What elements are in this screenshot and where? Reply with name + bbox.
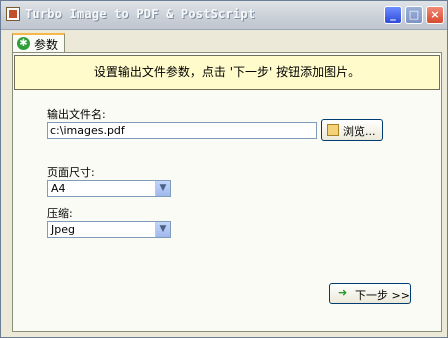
page-size-label: 页面尺寸: (47, 166, 95, 179)
page-size-value: A4 (51, 182, 66, 195)
gear-icon: ✱ (17, 37, 30, 50)
close-button[interactable]: × (426, 6, 444, 24)
window-title: Turbo Image to PDF & PostScript (25, 7, 256, 21)
tab-parameters[interactable]: ✱ 参数 (12, 33, 65, 53)
output-file-label: 输出文件名: (47, 108, 106, 121)
browse-button[interactable]: 浏览... (321, 119, 383, 141)
next-button-label: 下一步 >> (355, 289, 410, 302)
app-icon (6, 7, 20, 21)
output-file-input[interactable]: c:\images.pdf (47, 122, 317, 139)
next-button[interactable]: ➜ 下一步 >> (329, 283, 411, 304)
compression-label: 压缩: (47, 207, 73, 220)
page-size-select[interactable]: A4 ▼ (47, 180, 171, 197)
minimize-button[interactable]: _ (384, 6, 402, 24)
title-bar[interactable]: Turbo Image to PDF & PostScript _ □ × (1, 1, 447, 30)
arrow-right-icon: ➜ (338, 286, 348, 299)
tab-label: 参数 (34, 38, 59, 52)
folder-icon (327, 124, 339, 136)
chevron-down-icon[interactable]: ▼ (155, 181, 170, 196)
maximize-button[interactable]: □ (405, 6, 423, 24)
compression-value: Jpeg (51, 223, 75, 236)
main-window: Turbo Image to PDF & PostScript _ □ × ✱ … (0, 0, 448, 338)
instruction-banner: 设置输出文件参数，点击 '下一步' 按钮添加图片。 (14, 55, 440, 90)
browse-button-label: 浏览... (343, 125, 376, 138)
chevron-down-icon[interactable]: ▼ (155, 222, 170, 237)
compression-select[interactable]: Jpeg ▼ (47, 221, 171, 238)
